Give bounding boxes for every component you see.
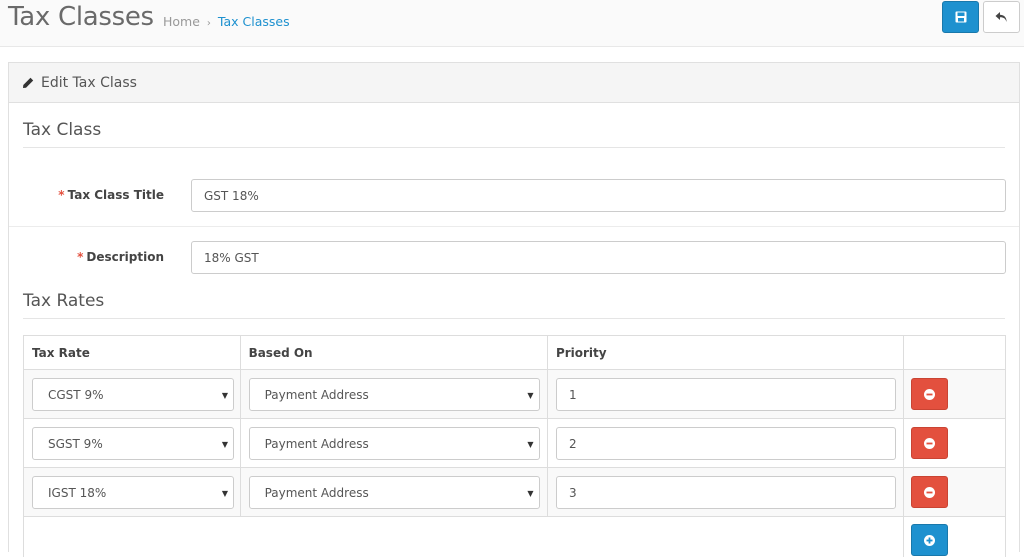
tax-rate-cell: SGST 9% ▼ — [24, 419, 241, 467]
legend-divider — [23, 147, 1005, 148]
reply-icon — [995, 12, 1007, 22]
add-rate-button[interactable] — [911, 524, 949, 556]
panel-heading: Edit Tax Class — [9, 63, 1019, 103]
column-header-based-on: Based On — [241, 336, 548, 369]
tax-rate-select-value: IGST 18% — [48, 485, 107, 500]
tax-rates-table: Tax Rate Based On Priority CGST 9% ▼ Pay… — [23, 335, 1006, 557]
back-button[interactable] — [983, 1, 1020, 33]
breadcrumb-separator: › — [206, 18, 211, 29]
save-icon — [955, 11, 966, 23]
required-mark: * — [77, 250, 84, 264]
chevron-down-icon: ▼ — [221, 440, 228, 449]
table-row: CGST 9% ▼ Payment Address ▼ 1 — [24, 370, 1005, 419]
tax-class-title-label: * Tax Class Title — [14, 188, 164, 202]
tax-rate-cell: IGST 18% ▼ — [24, 468, 241, 516]
based-on-select[interactable]: Payment Address ▼ — [248, 476, 540, 509]
tax-rate-select-value: SGST 9% — [48, 436, 103, 451]
breadcrumb-home-link[interactable]: Home — [163, 14, 200, 29]
pencil-icon — [22, 77, 34, 89]
legend-divider — [23, 318, 1005, 319]
table-footer — [24, 517, 1005, 557]
chevron-down-icon: ▼ — [527, 489, 534, 498]
table-header: Tax Rate Based On Priority — [24, 336, 1005, 370]
priority-input[interactable]: 1 — [555, 378, 896, 411]
tax-rate-select[interactable]: SGST 9% ▼ — [32, 427, 234, 460]
based-on-cell: Payment Address ▼ — [241, 468, 548, 516]
breadcrumb-tax-classes-link[interactable]: Tax Classes — [218, 14, 290, 29]
chevron-down-icon: ▼ — [221, 489, 228, 498]
column-header-priority: Priority — [548, 336, 905, 369]
based-on-select-value: Payment Address — [264, 436, 369, 451]
minus-circle-icon — [924, 486, 936, 498]
based-on-select[interactable]: Payment Address ▼ — [248, 427, 540, 460]
tax-class-title-label-text: Tax Class Title — [67, 188, 164, 202]
priority-cell: 3 — [548, 468, 905, 516]
description-input[interactable]: 18% GST — [191, 241, 1006, 274]
based-on-select-value: Payment Address — [264, 485, 369, 500]
tax-rate-cell: CGST 9% ▼ — [24, 370, 241, 418]
action-cell — [904, 468, 1005, 516]
chevron-down-icon: ▼ — [527, 440, 534, 449]
tax-rates-legend: Tax Rates — [23, 291, 105, 311]
tax-rate-select[interactable]: CGST 9% ▼ — [32, 378, 234, 411]
breadcrumb: Home › Tax Classes — [163, 14, 290, 29]
based-on-select[interactable]: Payment Address ▼ — [248, 378, 540, 411]
based-on-cell: Payment Address ▼ — [241, 370, 548, 418]
add-action-cell — [904, 517, 1005, 557]
page-header: Tax Classes Home › Tax Classes — [0, 0, 1024, 47]
required-mark: * — [58, 188, 65, 202]
priority-cell: 1 — [548, 370, 905, 418]
tax-rate-select-value: CGST 9% — [48, 387, 104, 402]
description-label-text: Description — [86, 250, 164, 264]
save-button[interactable] — [942, 1, 979, 33]
edit-tax-class-panel: Edit Tax Class Tax Class * Tax Class Titl… — [8, 62, 1020, 557]
chevron-down-icon: ▼ — [221, 391, 228, 400]
minus-circle-icon — [924, 437, 936, 449]
based-on-cell: Payment Address ▼ — [241, 419, 548, 467]
table-row: SGST 9% ▼ Payment Address ▼ 2 — [24, 419, 1005, 468]
action-cell — [904, 419, 1005, 467]
tax-class-title-input[interactable]: GST 18% — [191, 179, 1006, 212]
remove-rate-button[interactable] — [911, 476, 949, 508]
remove-rate-button[interactable] — [911, 427, 949, 459]
tax-rate-select[interactable]: IGST 18% ▼ — [32, 476, 234, 509]
panel-heading-label: Edit Tax Class — [41, 74, 137, 91]
based-on-select-value: Payment Address — [264, 387, 369, 402]
chevron-down-icon: ▼ — [527, 391, 534, 400]
column-header-action — [904, 336, 1005, 369]
action-cell — [904, 370, 1005, 418]
priority-cell: 2 — [548, 419, 905, 467]
minus-circle-icon — [924, 388, 936, 400]
remove-rate-button[interactable] — [911, 378, 949, 410]
form-row-divider — [9, 226, 1019, 227]
table-row: IGST 18% ▼ Payment Address ▼ 3 — [24, 468, 1005, 517]
column-header-tax-rate: Tax Rate — [24, 336, 241, 369]
footer-spacer-cell — [24, 517, 905, 557]
page-title: Tax Classes — [8, 2, 154, 32]
plus-circle-icon — [924, 534, 936, 546]
description-label: * Description — [14, 250, 164, 264]
priority-input[interactable]: 2 — [555, 427, 896, 460]
tax-class-legend: Tax Class — [23, 120, 102, 140]
priority-input[interactable]: 3 — [555, 476, 896, 509]
